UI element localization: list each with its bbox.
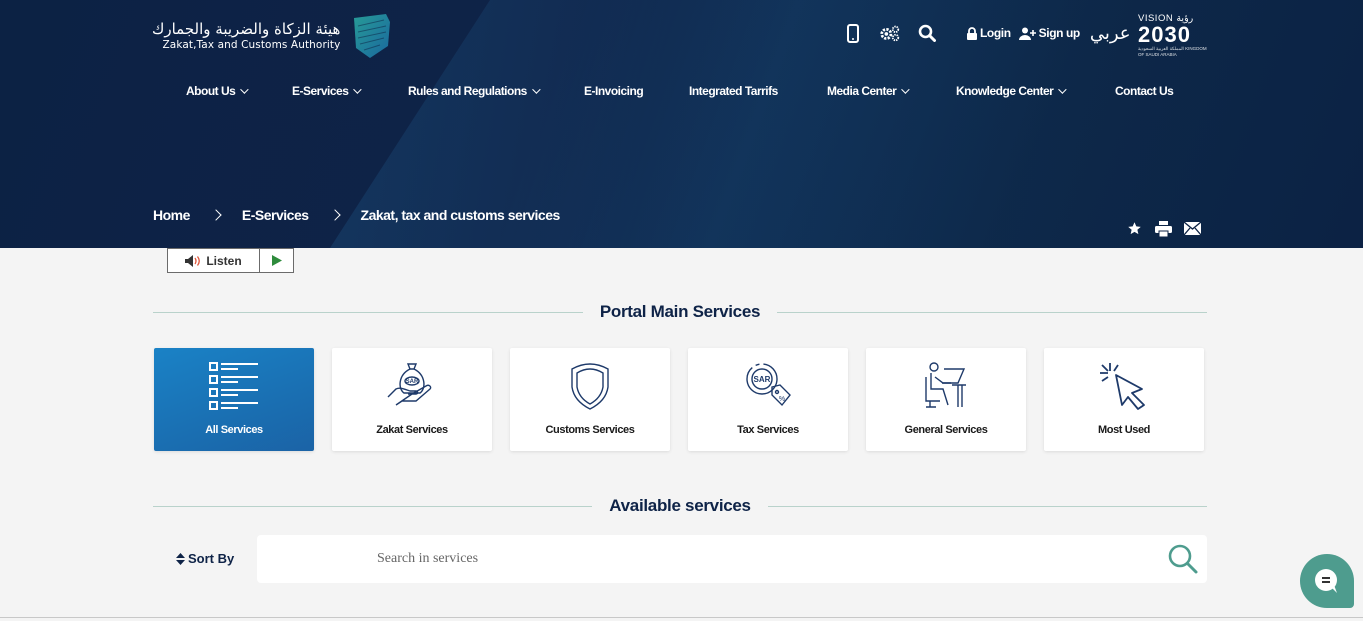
- card-customs-services[interactable]: Customs Services: [510, 348, 670, 451]
- nav-about-us[interactable]: About Us: [186, 84, 249, 98]
- language-toggle[interactable]: عربي: [1090, 23, 1131, 44]
- listen-widget: Listen: [167, 248, 294, 273]
- breadcrumb-current: Zakat, tax and customs services: [360, 207, 561, 223]
- chevron-down-icon: [532, 85, 541, 94]
- card-tax-services[interactable]: SAR % Tax Services: [688, 348, 848, 451]
- play-icon: [271, 255, 282, 266]
- person-desk-icon: [918, 360, 974, 412]
- nav-rules-and-regulations[interactable]: Rules and Regulations: [408, 84, 541, 98]
- shield-icon: [562, 360, 618, 412]
- login-link[interactable]: Login: [966, 26, 1011, 40]
- signup-link[interactable]: Sign up: [1018, 26, 1081, 40]
- play-button[interactable]: [260, 249, 293, 272]
- svg-text:SAR: SAR: [754, 375, 771, 384]
- chevron-right-icon: [328, 209, 341, 221]
- sort-icon: [176, 552, 185, 565]
- chevron-down-icon: [901, 85, 911, 94]
- sort-label: Sort By: [188, 551, 235, 566]
- zatca-logo[interactable]: هيئة الزكاة والضريبة والجمارك Zakat,Tax …: [152, 12, 392, 60]
- money-bag-hand-icon: SAR: [384, 360, 440, 412]
- list-icon: [206, 360, 262, 412]
- logo-english-text: Zakat,Tax and Customs Authority: [162, 39, 341, 51]
- card-general-services[interactable]: General Services: [866, 348, 1026, 451]
- nav-e-services[interactable]: E-Services: [292, 84, 363, 98]
- sort-by-button[interactable]: Sort By: [176, 551, 234, 566]
- logo-shield-icon: [354, 14, 391, 58]
- listen-button[interactable]: Listen: [168, 249, 260, 272]
- breadcrumb-e-services[interactable]: E-Services: [242, 207, 309, 223]
- card-all-services[interactable]: All Services: [154, 348, 314, 451]
- nav-knowledge-center[interactable]: Knowledge Center: [956, 84, 1068, 98]
- bottom-divider: [0, 617, 1363, 618]
- portal-main-services-heading: Portal Main Services: [153, 300, 1207, 324]
- service-category-cards: All Services SAR Zakat Services Customs …: [154, 348, 1204, 451]
- card-label: Most Used: [1097, 424, 1151, 436]
- mail-icon[interactable]: [1184, 220, 1201, 237]
- sar-tag-icon: SAR %: [740, 360, 796, 412]
- logo-arabic-text: هيئة الزكاة والضريبة والجمارك: [152, 20, 341, 38]
- page-actions: [1126, 220, 1201, 237]
- lock-icon: [967, 26, 977, 40]
- section-title: Portal Main Services: [599, 302, 761, 321]
- search-button[interactable]: [1167, 543, 1199, 575]
- card-most-used[interactable]: Most Used: [1044, 348, 1204, 451]
- main-nav: About Us E-Services Rules and Regulation…: [0, 84, 1363, 102]
- divider: [153, 505, 593, 507]
- nav-label: E-Invoicing: [584, 84, 644, 98]
- nav-label: Contact Us: [1115, 84, 1174, 98]
- nav-label: Rules and Regulations: [408, 84, 527, 98]
- cursor-click-icon: [1096, 360, 1152, 412]
- card-label: Customs Services: [545, 424, 635, 436]
- nav-label: Integrated Tarrifs: [689, 84, 778, 98]
- nav-label: Media Center: [827, 84, 897, 98]
- chevron-right-icon: [210, 209, 222, 221]
- nav-integrated-tarrifs[interactable]: Integrated Tarrifs: [689, 84, 778, 98]
- available-services-heading: Available services: [153, 494, 1208, 518]
- print-icon[interactable]: [1155, 220, 1172, 237]
- chevron-down-icon: [353, 85, 363, 94]
- service-search-box: [257, 535, 1207, 583]
- user-plus-icon: [1018, 27, 1036, 40]
- chevron-down-icon: [1058, 85, 1068, 94]
- listen-label: Listen: [206, 253, 242, 268]
- signup-label: Sign up: [1038, 26, 1081, 40]
- divider: [153, 311, 583, 313]
- card-label: Zakat Services: [376, 424, 448, 436]
- nav-contact-us[interactable]: Contact Us: [1115, 84, 1174, 98]
- nav-e-invoicing[interactable]: E-Invoicing: [584, 84, 644, 98]
- nav-label: Knowledge Center: [956, 84, 1054, 98]
- vision-2030-logo: VISION رؤية 2030 المملكة العربية السعودي…: [1138, 13, 1210, 63]
- card-zakat-services[interactable]: SAR Zakat Services: [332, 348, 492, 451]
- svg-text:%: %: [779, 396, 785, 403]
- svg-text:SAR: SAR: [406, 379, 419, 385]
- nav-label: About Us: [186, 84, 236, 98]
- mobile-icon[interactable]: [842, 22, 864, 44]
- chat-bubble-icon: [1315, 569, 1337, 593]
- breadcrumb-home[interactable]: Home: [153, 207, 190, 223]
- section-title: Available services: [609, 496, 751, 515]
- vision-kingdom: المملكة العربية السعودية KINGDOM OF SAUD…: [1138, 46, 1207, 57]
- vision-year: 2030: [1138, 22, 1191, 47]
- top-utility-bar: Login Sign up عربي: [842, 22, 1131, 44]
- breadcrumb: Home E-Services Zakat, tax and customs s…: [153, 207, 560, 223]
- chevron-down-icon: [240, 85, 249, 94]
- search-icon[interactable]: [916, 22, 938, 44]
- login-label: Login: [980, 26, 1011, 40]
- chat-button[interactable]: [1300, 554, 1354, 608]
- nav-media-center[interactable]: Media Center: [827, 84, 911, 98]
- divider: [767, 505, 1208, 507]
- search-icon: [1168, 544, 1198, 574]
- header-banner: هيئة الزكاة والضريبة والجمارك Zakat,Tax …: [0, 0, 1363, 248]
- divider: [777, 311, 1207, 313]
- star-icon[interactable]: [1126, 220, 1143, 237]
- search-input[interactable]: [257, 535, 1137, 583]
- card-label: General Services: [904, 424, 988, 436]
- settings-icon[interactable]: [879, 22, 901, 44]
- nav-label: E-Services: [292, 84, 349, 98]
- card-label: Tax Services: [737, 424, 799, 436]
- card-label: All Services: [205, 424, 263, 436]
- speaker-icon: [185, 254, 201, 267]
